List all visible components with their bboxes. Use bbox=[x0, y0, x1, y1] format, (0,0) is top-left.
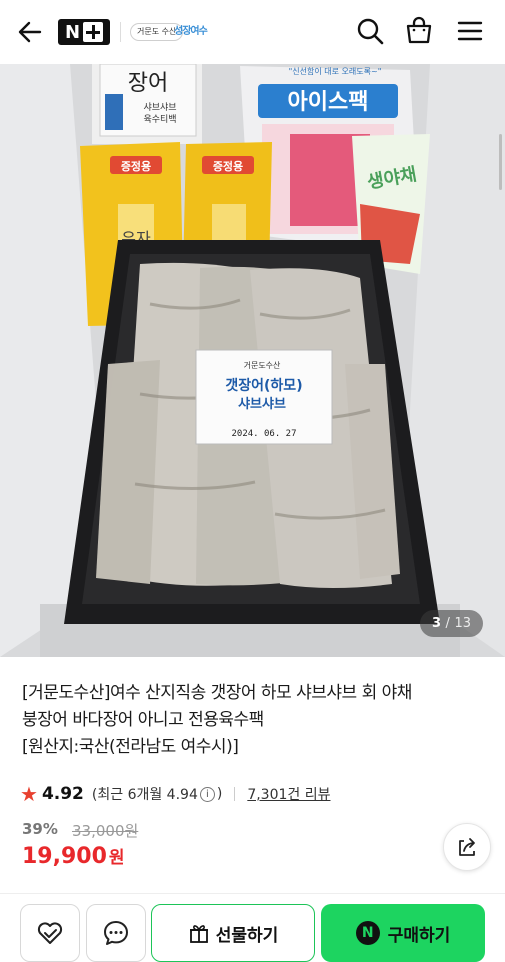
broth-box-sub: 샤브샤브 bbox=[143, 102, 176, 113]
icepack-slogan: "신선함이 대로 오래도록~" bbox=[289, 66, 382, 76]
gift-button[interactable]: 선물하기 bbox=[151, 904, 315, 962]
eel-tray: 거문도수산 갯장어(하모) 샤브샤브 2024. 06. 27 bbox=[64, 240, 440, 624]
yuzu-tag-right: 증정용 bbox=[213, 159, 243, 173]
bottom-action-bar: 선물하기 N 구매하기 bbox=[0, 893, 505, 962]
chat-bubble-icon bbox=[104, 921, 128, 945]
rating-score: 4.92 bbox=[41, 784, 84, 804]
wishlist-button[interactable] bbox=[20, 904, 80, 962]
buy-button-label: 구매하기 bbox=[387, 925, 451, 946]
image-counter-separator: / bbox=[445, 616, 450, 631]
tray-product-name: 갯장어(하모) bbox=[225, 377, 302, 394]
product-image-gallery[interactable]: 장어 샤브샤브 육수티백 "신선함이 대로 오래도록~" 아이스팩 생야채 증정… bbox=[0, 64, 505, 657]
rating-row: ★ 4.92 (최근 6개월 4.94 i ) 7,301건 리뷰 bbox=[20, 782, 331, 806]
buy-button[interactable]: N 구매하기 bbox=[321, 904, 485, 962]
header-divider bbox=[120, 22, 121, 42]
region-logo[interactable]: 성장여수 bbox=[174, 22, 208, 37]
icepack-label: 아이스팩 bbox=[288, 90, 369, 115]
yuzu-tag-left: 증정용 bbox=[121, 159, 151, 173]
share-icon bbox=[459, 838, 475, 856]
page-scrollbar[interactable] bbox=[499, 134, 502, 190]
review-count-link[interactable]: 7,301건 리뷰 bbox=[247, 784, 330, 804]
original-price: 33,000원 bbox=[72, 822, 139, 840]
product-title-line3: [원산지:국산(전라남도 여수시)] bbox=[22, 737, 239, 757]
naverpay-icon: N bbox=[355, 921, 380, 945]
product-title-line2: 붕장어 바다장어 아니고 전용육수팩 bbox=[22, 710, 264, 730]
image-counter-current: 3 bbox=[431, 616, 441, 631]
image-counter: 3 / 13 bbox=[419, 610, 483, 637]
sale-price-currency: 원 bbox=[108, 848, 125, 868]
plus-icon bbox=[83, 22, 104, 42]
recent-rating-close: ) bbox=[216, 786, 223, 802]
gift-icon bbox=[189, 925, 208, 943]
product-photo: 장어 샤브샤브 육수티백 "신선함이 대로 오래도록~" 아이스팩 생야채 증정… bbox=[0, 64, 505, 657]
tray-date: 2024. 06. 27 bbox=[231, 429, 296, 439]
rating-divider bbox=[234, 787, 236, 801]
menu-icon[interactable] bbox=[454, 15, 486, 47]
star-icon: ★ bbox=[20, 782, 38, 806]
gift-button-label: 선물하기 bbox=[215, 925, 279, 946]
top-navigation-bar: N 거문도 수산 성장여수 bbox=[0, 0, 505, 64]
nplus-logo-letter: N bbox=[64, 21, 81, 43]
nplus-store-logo[interactable]: N bbox=[58, 19, 110, 45]
sale-price: 19,900 원 bbox=[22, 843, 125, 869]
broth-box: 장어 샤브샤브 육수티백 bbox=[92, 64, 202, 144]
sale-price-value: 19,900 bbox=[22, 844, 107, 869]
product-title: [거문도수산]여수 산지직송 갯장어 하모 샤브샤브 회 야채 붕장어 바다장어… bbox=[22, 680, 492, 761]
share-button[interactable] bbox=[443, 823, 491, 871]
tray-brand: 거문도수산 bbox=[244, 360, 281, 370]
image-counter-total: 13 bbox=[454, 616, 471, 631]
shopping-bag-icon[interactable] bbox=[403, 15, 435, 47]
heart-check-icon bbox=[37, 922, 63, 944]
chat-button[interactable] bbox=[86, 904, 146, 962]
recent-rating-label: (최근 6개월 4.94 bbox=[91, 787, 198, 803]
broth-box-title: 장어 bbox=[128, 71, 168, 96]
discount-rate: 39% bbox=[22, 820, 58, 838]
info-icon[interactable]: i bbox=[199, 786, 215, 802]
broth-box-sub2: 육수티백 bbox=[143, 114, 176, 125]
tray-product-name2: 샤브샤브 bbox=[238, 396, 286, 412]
back-arrow-icon[interactable] bbox=[14, 16, 46, 48]
product-title-line1: [거문도수산]여수 산지직송 갯장어 하모 샤브샤브 회 야채 bbox=[22, 683, 412, 703]
search-icon[interactable] bbox=[354, 15, 386, 47]
